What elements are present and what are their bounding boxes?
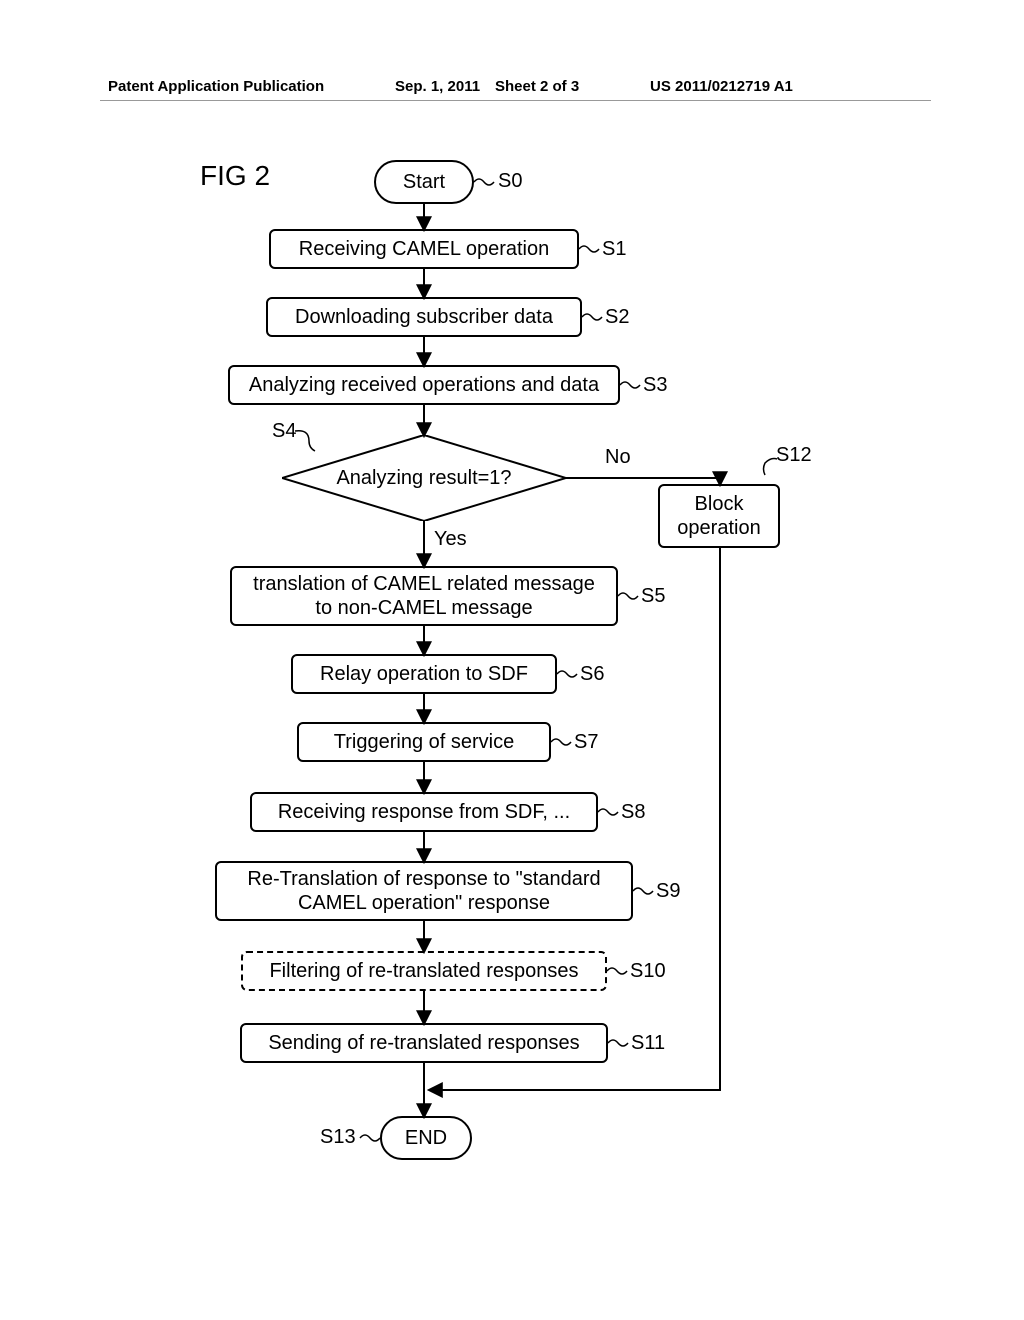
label-s1: S1 [602,238,626,261]
label-no: No [605,446,631,469]
label-s6: S6 [580,663,604,686]
s5-text: translation of CAMEL related message to … [253,572,595,620]
label-s2: S2 [605,306,629,329]
label-s8: S8 [621,801,645,824]
s9-text: Re-Translation of response to "standard … [247,867,600,915]
step-s7: Triggering of service [297,722,551,762]
start-text: Start [403,170,445,194]
label-s0: S0 [498,170,522,193]
step-s5: translation of CAMEL related message to … [230,566,618,626]
end-text: END [405,1126,447,1150]
start-terminator: Start [374,160,474,204]
s10-text: Filtering of re-translated responses [269,959,578,983]
step-s12: Block operation [658,484,780,548]
label-s7: S7 [574,731,598,754]
step-s1: Receiving CAMEL operation [269,229,579,269]
end-terminator: END [380,1116,472,1160]
label-s10: S10 [630,960,666,983]
step-s2: Downloading subscriber data [266,297,582,337]
s12-text: Block operation [677,492,760,540]
s6-text: Relay operation to SDF [320,662,528,686]
s1-text: Receiving CAMEL operation [299,237,550,261]
label-s11: S11 [631,1032,665,1055]
label-s9: S9 [656,880,680,903]
page: Patent Application Publication Sep. 1, 2… [0,0,1024,1320]
label-s5: S5 [641,585,665,608]
page-header: Patent Application Publication Sep. 1, 2… [0,78,1024,108]
s2-text: Downloading subscriber data [295,305,553,329]
label-s4: S4 [272,420,296,443]
label-s12: S12 [776,444,812,467]
label-s3: S3 [643,374,667,397]
s3-text: Analyzing received operations and data [249,373,599,397]
step-s9: Re-Translation of response to "standard … [215,861,633,921]
header-date: Sep. 1, 2011 [395,78,480,95]
header-rule [100,100,931,101]
s8-text: Receiving response from SDF, ... [278,800,570,824]
step-s8: Receiving response from SDF, ... [250,792,598,832]
s7-text: Triggering of service [334,730,514,754]
decision-s4: Analyzing result=1? [282,435,566,521]
header-pubno: US 2011/0212719 A1 [650,78,793,95]
figure-label: FIG 2 [200,160,270,192]
step-s3: Analyzing received operations and data [228,365,620,405]
s11-text: Sending of re-translated responses [268,1031,579,1055]
step-s6: Relay operation to SDF [291,654,557,694]
label-yes: Yes [434,528,467,551]
s4-text: Analyzing result=1? [282,435,566,521]
flowchart: FIG 2 Start Receiving CAMEL operation Do… [100,130,900,1250]
step-s11: Sending of re-translated responses [240,1023,608,1063]
header-sheet: Sheet 2 of 3 [495,78,579,95]
label-s13: S13 [320,1126,356,1149]
step-s10: Filtering of re-translated responses [241,951,607,991]
header-publication: Patent Application Publication [108,78,324,95]
